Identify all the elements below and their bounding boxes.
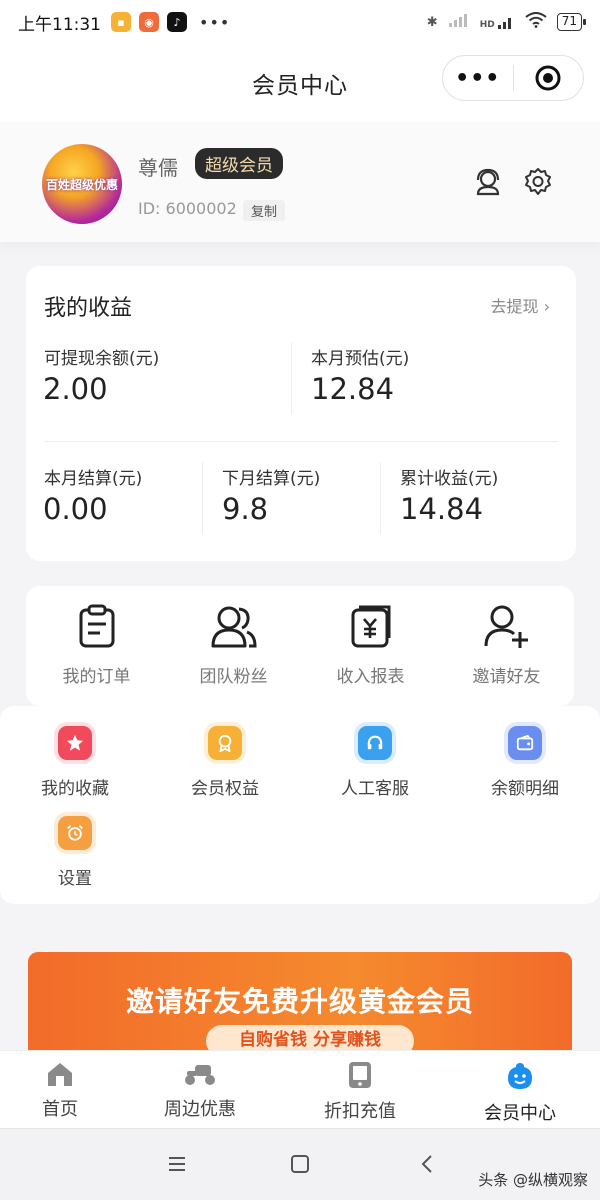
yen-report-icon [351,605,390,648]
tab-discount-recharge[interactable]: 折扣充值 [285,1061,435,1123]
next-month-settled-value: 9.8 [222,492,269,526]
stat-divider [202,462,203,534]
live-support-button[interactable]: 人工客服 [300,726,450,799]
team-fans-button[interactable]: 团队粉丝 [165,604,302,687]
wifi-icon [525,12,547,32]
my-favorites-button[interactable]: 我的收藏 [0,726,150,799]
total-earnings-value: 14.84 [400,492,484,526]
live-support-label: 人工客服 [341,779,409,799]
tab-member-center[interactable]: 会员中心 [445,1061,595,1125]
tab-home[interactable]: 首页 [0,1061,135,1121]
earnings-divider [44,441,558,442]
earnings-title: 我的收益 [44,296,133,321]
balance-details-button[interactable]: 余额明细 [450,726,600,799]
more-options-icon[interactable]: ••• [443,66,513,91]
banner-subtitle: 自购省钱 分享赚钱 [206,1025,414,1050]
back-icon[interactable] [412,1151,442,1177]
star-icon [58,726,92,760]
my-orders-label: 我的订单 [62,667,131,687]
tablet-icon [349,1062,371,1088]
notification-icons: ▪ ◉ ♪ [111,12,187,32]
stat-divider [380,462,381,534]
team-fans-label: 团队粉丝 [199,667,268,687]
bottom-tab-bar: 首页 周边优惠 折扣充值 会员中心 [0,1050,600,1128]
battery-indicator: 71 [556,13,587,31]
scooter-icon [185,1065,215,1085]
month-estimate-value: 12.84 [311,372,395,406]
my-orders-button[interactable]: 我的订单 [28,604,165,687]
headset-icon [358,726,392,760]
month-settled-label: 本月结算(元) [44,469,143,489]
income-report-label: 收入报表 [336,667,405,687]
close-target-icon[interactable] [514,64,584,92]
wallet-icon [508,726,542,760]
signal-hd-icon: HD [480,14,515,30]
member-face-icon [508,1063,532,1089]
more-notifications-icon: ••• [199,12,231,32]
copy-id-button[interactable]: 复制 [243,200,286,221]
month-settled-value: 0.00 [43,492,108,526]
vip-badge: 超级会员 [195,148,283,179]
status-bar: 上午11:31 ▪ ◉ ♪ ••• ✱ HD 71 [0,0,600,44]
weibo-app-icon: ◉ [139,12,159,32]
network-type: HD [479,20,495,30]
withdraw-link[interactable]: 去提现 › [490,293,550,317]
home-square-icon[interactable] [285,1151,315,1177]
message-app-icon: ▪ [111,12,131,32]
next-month-settled-label: 下月结算(元) [222,469,321,489]
avatar[interactable]: 百姓超级优惠 [42,144,122,224]
tab-nearby-deals-label: 周边优惠 [164,1099,236,1120]
system-nav-bar: 头条 @纵横观察 [0,1128,600,1200]
alarm-clock-icon [58,816,92,850]
page-title: 会员中心 [252,73,348,99]
bluetooth-icon: ✱ [426,14,438,30]
user-nickname: 尊儒 [138,156,178,180]
tab-discount-recharge-label: 折扣充值 [324,1101,396,1122]
tab-nearby-deals[interactable]: 周边优惠 [125,1061,275,1121]
settings-gear-icon[interactable] [522,166,554,198]
balance-details-label: 余额明细 [491,779,559,799]
tab-home-label: 首页 [42,1099,78,1120]
title-bar: 会员中心 ••• [0,44,600,122]
my-favorites-label: 我的收藏 [41,779,109,799]
earnings-card: 我的收益 去提现 › 可提现余额(元) 2.00 本月预估(元) 12.84 本… [26,266,576,561]
withdrawable-balance-value: 2.00 [43,372,108,406]
status-time: 上午11:31 [18,14,101,35]
chevron-right-icon: › [543,297,550,316]
member-benefits-button[interactable]: 会员权益 [150,726,300,799]
withdraw-label: 去提现 [490,297,539,316]
profile-header: 百姓超级优惠 尊儒 超级会员 ID: 6000002 复制 [0,122,600,242]
user-id: ID: 6000002 [138,199,237,218]
settings-label: 设置 [58,869,92,889]
avatar-text: 百姓超级优惠 [45,177,118,192]
total-earnings-label: 累计收益(元) [400,469,499,489]
services-grid: 我的收藏 会员权益 人工客服 余额明细 设置 [0,706,600,904]
signal-icon [448,12,470,32]
banner-title: 邀请好友免费升级黄金会员 [125,985,474,1018]
invite-friends-label: 邀请好友 [472,667,541,687]
quick-actions: 我的订单 团队粉丝 收入报表 邀请好友 [26,586,574,706]
customer-service-icon[interactable] [472,166,504,198]
watermark: 头条 @纵横观察 [478,1171,588,1189]
income-report-button[interactable]: 收入报表 [302,604,439,687]
stat-divider [291,342,292,414]
withdrawable-balance-label: 可提现余额(元) [44,349,160,369]
tab-member-center-label: 会员中心 [484,1103,556,1124]
invite-promo-banner[interactable]: 邀请好友免费升级黄金会员 自购省钱 分享赚钱 [28,952,572,1050]
badge-icon [208,726,242,760]
mini-program-capsule: ••• [442,55,584,101]
add-user-icon [484,605,528,648]
tiktok-app-icon: ♪ [167,12,187,32]
menu-icon[interactable] [162,1151,192,1177]
team-icon [211,606,257,648]
member-benefits-label: 会员权益 [191,779,259,799]
clipboard-icon [79,604,114,648]
invite-friends-button[interactable]: 邀请好友 [438,604,575,687]
settings-button[interactable]: 设置 [0,816,150,889]
month-estimate-label: 本月预估(元) [311,349,410,369]
home-icon [48,1063,72,1086]
